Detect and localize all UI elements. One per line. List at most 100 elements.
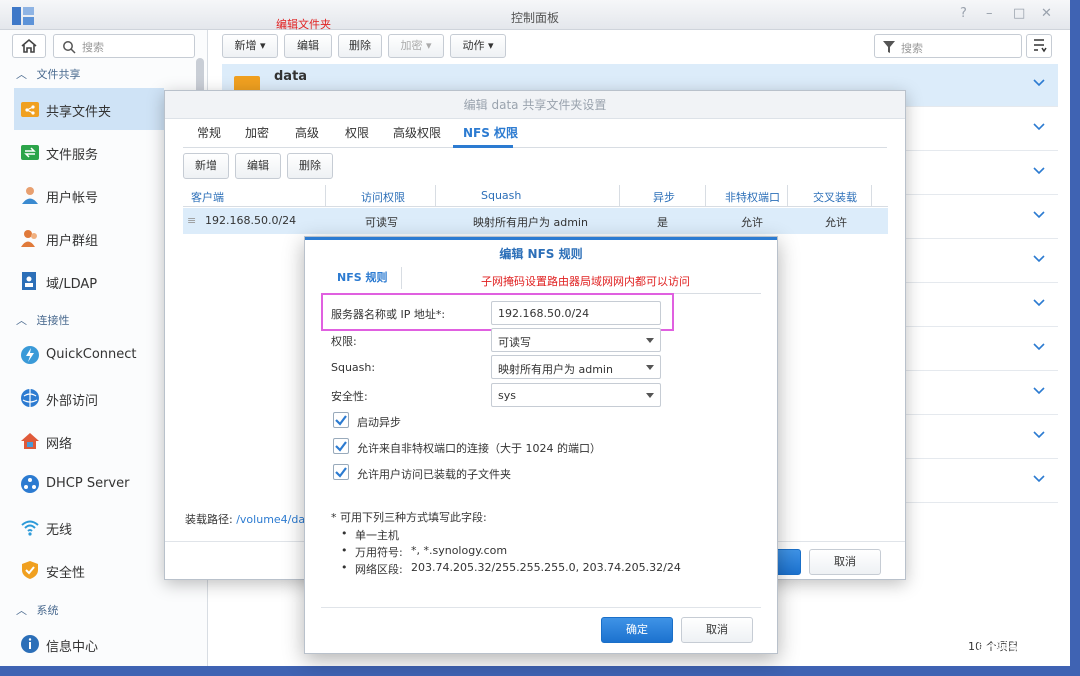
sidebar-item-file-services[interactable]: 文件服务: [14, 131, 164, 173]
section-connectivity[interactable]: ︿ 连接性: [16, 312, 70, 328]
note-bullet: •: [341, 527, 348, 540]
share-dialog-cancel-button[interactable]: 取消: [809, 549, 881, 575]
folder-name: data: [274, 69, 308, 84]
cancel-button[interactable]: 取消: [681, 617, 753, 643]
tab-nfs-permissions[interactable]: NFS 权限: [463, 124, 518, 141]
sidebar-item-label: QuickConnect: [46, 347, 137, 362]
col-async[interactable]: 异步: [653, 189, 675, 205]
section-system-label: 系统: [36, 604, 59, 617]
sidebar-item-label: 外部访问: [46, 394, 99, 409]
note-bullet: •: [341, 561, 348, 574]
ok-button[interactable]: 确定: [601, 617, 673, 643]
chevron-up-icon: ︿: [16, 604, 27, 617]
sidebar-item-quickconnect[interactable]: QuickConnect: [14, 334, 164, 376]
chevron-down-icon[interactable]: [1032, 384, 1046, 398]
edit-button[interactable]: 编辑: [284, 34, 332, 58]
tab-nfs-rule[interactable]: NFS 规则: [337, 269, 387, 285]
sidebar-item-info-center[interactable]: 信息中心: [14, 623, 164, 665]
tab-permissions[interactable]: 权限: [345, 124, 369, 141]
chevron-down-icon[interactable]: [1032, 428, 1046, 442]
note-subnet-label: 网络区段:: [355, 563, 403, 576]
col-access[interactable]: 访问权限: [361, 189, 405, 205]
submount-checkbox[interactable]: [333, 464, 349, 480]
home-button[interactable]: [12, 34, 46, 58]
edit-nfs-rule-dialog: 编辑 NFS 规则 NFS 规则 子网掩码设置路由器局域网网内都可以访问 服务器…: [304, 236, 778, 654]
nfs-delete-button[interactable]: 删除: [287, 153, 333, 179]
async-checkbox[interactable]: [333, 412, 349, 428]
filter-placeholder: 搜索: [901, 42, 923, 55]
share-dialog-ok-button[interactable]: [775, 549, 801, 575]
chevron-down-icon[interactable]: [1032, 208, 1046, 222]
sidebar-item-dhcp[interactable]: DHCP Server: [14, 463, 164, 505]
async-checkbox-label: 启动异步: [357, 416, 401, 429]
encrypt-button[interactable]: 加密 ▾: [388, 34, 444, 58]
privilege-select[interactable]: 可读写: [491, 328, 661, 352]
caret-down-icon: ▾: [425, 39, 432, 52]
col-client[interactable]: 客户端: [191, 189, 224, 205]
sidebar-item-label: 网络: [46, 437, 73, 452]
security-icon: [22, 561, 38, 579]
col-divider: [435, 185, 436, 207]
sidebar-item-label: DHCP Server: [46, 476, 130, 491]
window-title: 控制面板: [510, 11, 559, 25]
nfs-rule-row[interactable]: ≡ 192.168.50.0/24 可读写 映射所有用户为 admin 是 允许…: [183, 208, 888, 234]
tab-advanced-permissions[interactable]: 高级权限: [393, 124, 441, 141]
maximize-icon[interactable]: □: [1013, 6, 1025, 21]
dialog-footer-divider: [321, 607, 761, 608]
chevron-down-icon[interactable]: [1032, 340, 1046, 354]
nonpriv-port-checkbox[interactable]: [333, 438, 349, 454]
info-icon: [21, 635, 39, 653]
dhcp-icon: [21, 475, 39, 493]
sidebar-item-wireless[interactable]: 无线: [14, 506, 164, 548]
sidebar-item-label: 共享文件夹: [46, 105, 112, 120]
chevron-down-icon[interactable]: [1032, 120, 1046, 134]
help-icon[interactable]: ?: [960, 6, 967, 21]
sidebar-item-user-group[interactable]: 用户群组: [14, 217, 164, 259]
mount-path-value[interactable]: /volume4/da: [236, 513, 305, 526]
cell-nonpriv: 允许: [741, 216, 763, 229]
nfs-edit-button[interactable]: 编辑: [235, 153, 281, 179]
col-crossmnt[interactable]: 交叉装载: [813, 189, 857, 205]
squash-select[interactable]: 映射所有用户为 admin: [491, 355, 661, 379]
delete-button[interactable]: 删除: [338, 34, 382, 58]
minimize-icon[interactable]: –: [986, 6, 993, 21]
section-file-sharing[interactable]: ︿ 文件共享: [16, 66, 81, 82]
note-bullet: •: [341, 544, 348, 557]
col-squash[interactable]: Squash: [481, 189, 521, 202]
chevron-down-icon[interactable]: [1032, 296, 1046, 310]
chevron-down-icon[interactable]: [1032, 164, 1046, 178]
domain-icon: [22, 272, 36, 290]
action-button[interactable]: 动作 ▾: [450, 34, 506, 58]
chevron-down-icon[interactable]: [1032, 76, 1046, 90]
tab-encryption[interactable]: 加密: [245, 124, 269, 141]
filter-input[interactable]: 搜索: [874, 34, 1022, 58]
create-button[interactable]: 新增 ▾: [222, 34, 278, 58]
sidebar-item-shared-folder[interactable]: 共享文件夹: [14, 88, 164, 130]
tab-advanced[interactable]: 高级: [295, 124, 319, 141]
host-input[interactable]: 192.168.50.0/24: [491, 301, 661, 325]
sidebar-item-domain[interactable]: 域/LDAP: [14, 260, 164, 302]
sort-button[interactable]: [1026, 34, 1052, 58]
chevron-down-icon[interactable]: [1032, 472, 1046, 486]
tab-divider: [401, 267, 402, 289]
sidebar-item-user[interactable]: 用户帐号: [14, 174, 164, 216]
sidebar-item-external-access[interactable]: 外部访问: [14, 377, 164, 419]
submount-checkbox-label: 允许用户访问已装载的子文件夹: [357, 468, 511, 481]
sidebar-search-input[interactable]: 搜索: [53, 34, 195, 58]
subnet-annotation: 子网掩码设置路由器局域网网内都可以访问: [481, 275, 690, 288]
section-system[interactable]: ︿ 系统: [16, 602, 59, 618]
notes-header: * 可用下列三种方式填写此字段:: [331, 511, 487, 524]
col-nonpriv-port[interactable]: 非特权端口: [725, 189, 780, 205]
tab-general[interactable]: 常规: [197, 124, 221, 141]
sidebar-item-network[interactable]: 网络: [14, 420, 164, 462]
checkmark-icon: [335, 415, 347, 426]
chevron-down-icon[interactable]: [1032, 252, 1046, 266]
sidebar-item-label: 用户群组: [46, 234, 99, 249]
nfs-create-button[interactable]: 新增: [183, 153, 229, 179]
sidebar-item-security[interactable]: 安全性: [14, 549, 164, 591]
security-select[interactable]: sys: [491, 383, 661, 407]
drag-handle-icon[interactable]: ≡: [187, 214, 196, 227]
title-bar: 控制面板 ? – □ ✕: [0, 0, 1070, 30]
close-icon[interactable]: ✕: [1041, 6, 1052, 21]
chevron-up-icon: ︿: [16, 314, 27, 327]
